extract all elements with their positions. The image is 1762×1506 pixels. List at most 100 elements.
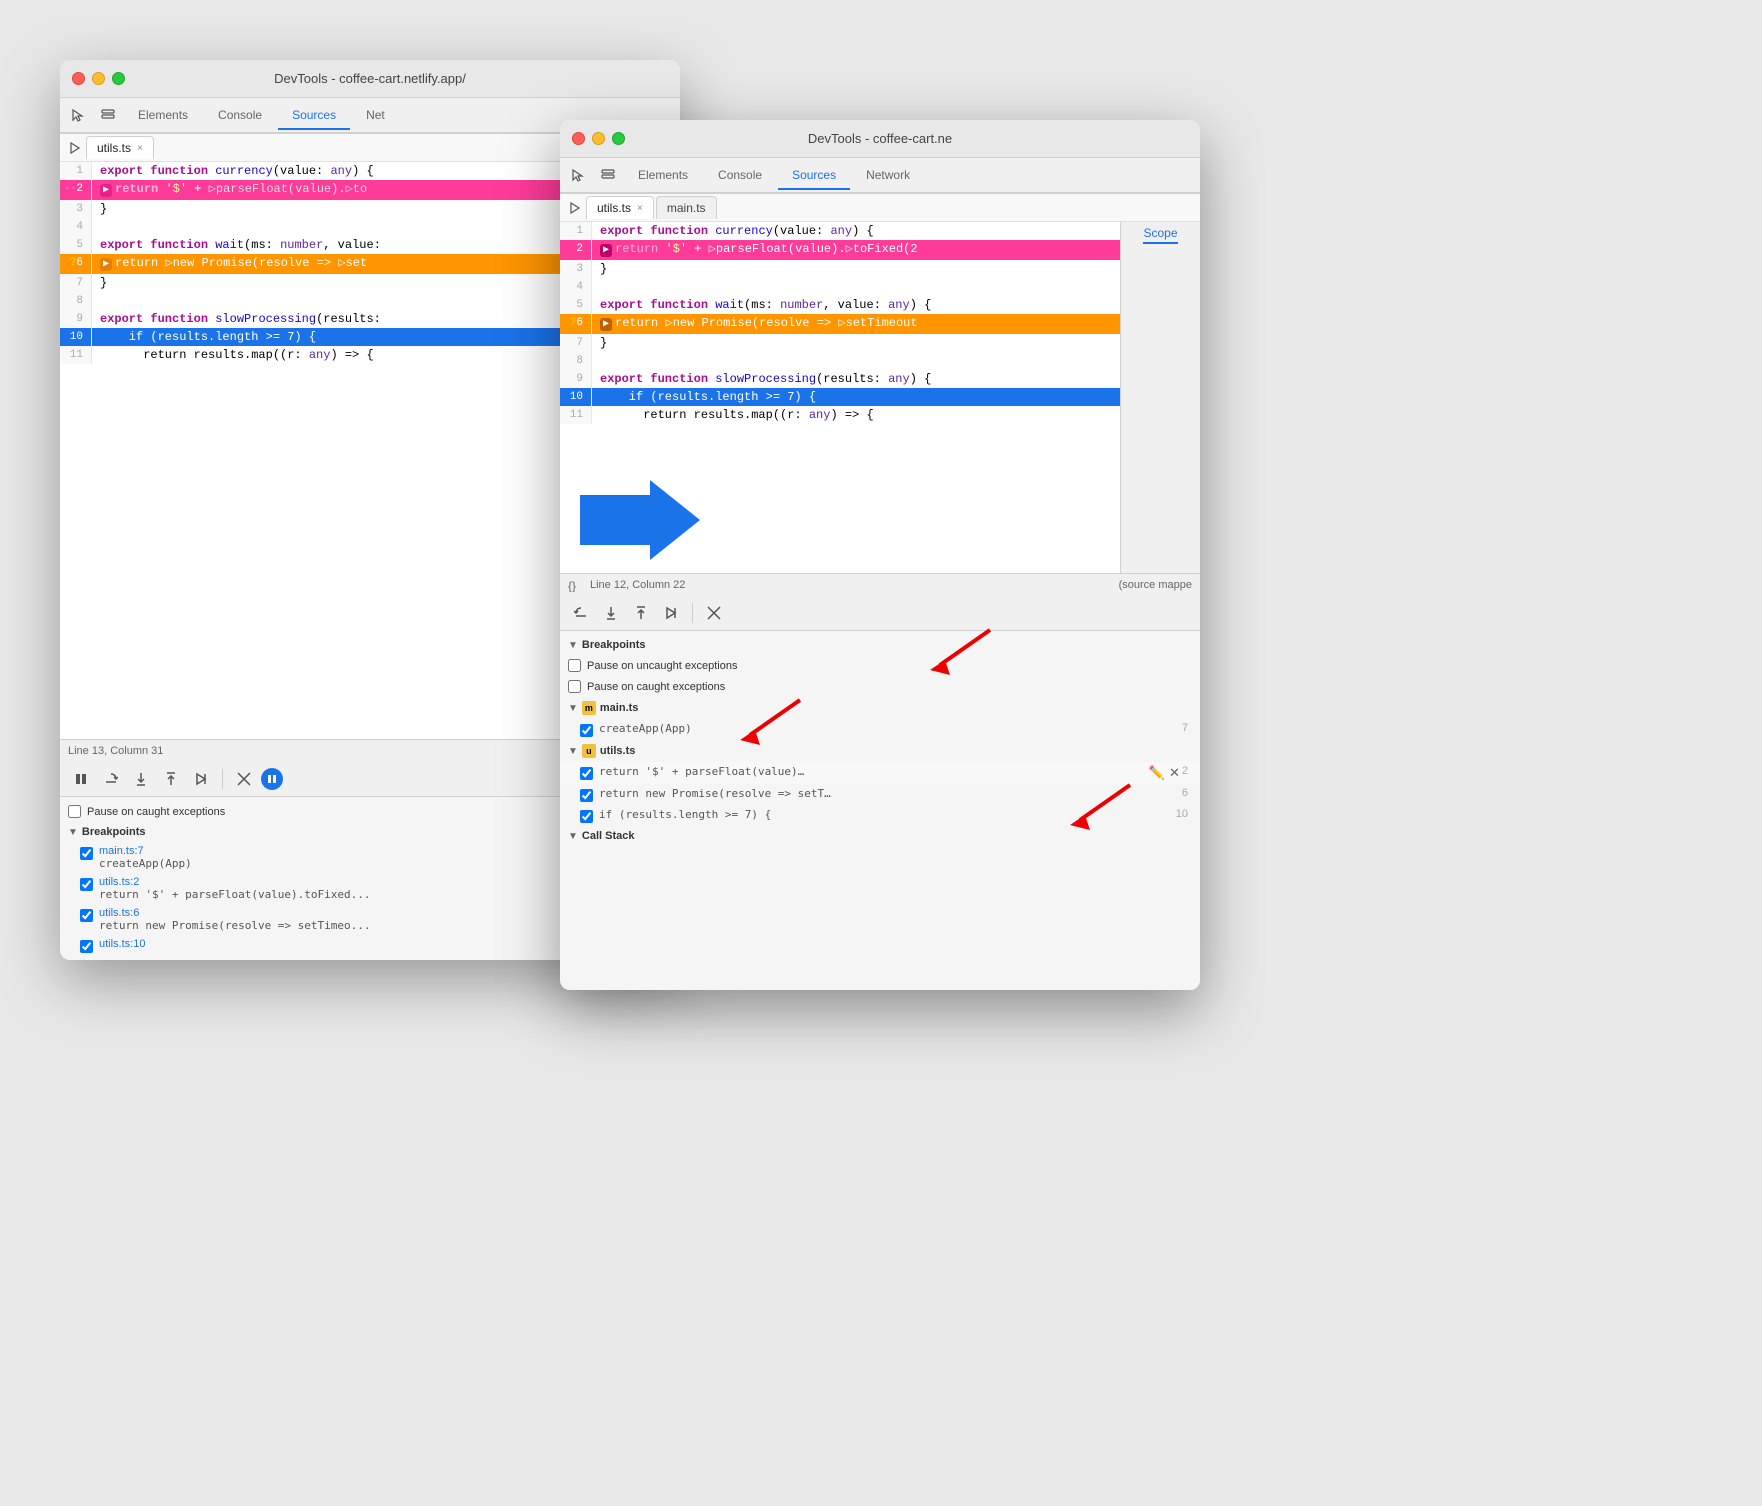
bp-main-7-code: createApp(App)	[99, 857, 192, 870]
breakpoints-header-2[interactable]: ▼ Breakpoints	[560, 635, 1200, 655]
code-line-2-7: 7 }	[560, 334, 1120, 352]
tab-sources-1[interactable]: Sources	[278, 102, 350, 130]
deactivate-btn-2[interactable]	[701, 600, 727, 626]
bp-utils-2-code: return '$' + parseFloat(value).toFixed..…	[99, 888, 371, 901]
window-title-2: DevTools - coffee-cart.ne	[808, 131, 952, 146]
code-line-2-1: 1 export function currency(value: any) {	[560, 222, 1120, 240]
layers-icon-2[interactable]	[594, 161, 622, 189]
bp-utils-6-checkbox-2[interactable]	[580, 789, 593, 802]
file-tab-utils-1[interactable]: utils.ts ×	[86, 136, 154, 159]
pause-async-btn[interactable]	[261, 768, 283, 790]
bp-utils-2-line: 2	[1182, 765, 1192, 777]
traffic-lights-2	[572, 132, 625, 145]
code-line-2-2: 2 ▶return '$' + ▷parseFloat(value).▷toFi…	[560, 240, 1120, 260]
scope-tab-label[interactable]: Scope	[1143, 226, 1177, 244]
step-over-btn-1[interactable]	[98, 766, 124, 792]
pause-caught-row-2: Pause on caught exceptions	[560, 676, 1200, 697]
right-arrow-icon	[580, 480, 700, 560]
bp-utils-10-checkbox[interactable]	[80, 940, 93, 953]
step-into-btn-2[interactable]	[598, 600, 624, 626]
tab-console-2[interactable]: Console	[704, 162, 776, 188]
bp-group-main: ▼ m main.ts	[560, 697, 1200, 719]
continue-btn-1[interactable]	[188, 766, 214, 792]
bp-group-main-label: main.ts	[600, 702, 639, 714]
debug-toolbar-2	[560, 595, 1200, 631]
tab-network-1[interactable]: Net	[352, 102, 399, 128]
pause-caught-checkbox[interactable]	[68, 805, 81, 818]
curly-braces-icon: {}	[568, 578, 582, 592]
code-line-2-5: 5 export function wait(ms: number, value…	[560, 296, 1120, 314]
breakpoints-title-2: Breakpoints	[582, 639, 646, 651]
bp-main-7-checkbox-2[interactable]	[580, 724, 593, 737]
bp-main-7-file[interactable]: main.ts:7	[99, 845, 192, 857]
step-out-btn-2[interactable]	[628, 600, 654, 626]
pause-uncaught-label: Pause on uncaught exceptions	[587, 660, 737, 672]
pause-uncaught-checkbox[interactable]	[568, 659, 581, 672]
maximize-button-2[interactable]	[612, 132, 625, 145]
pause-caught-checkbox-2[interactable]	[568, 680, 581, 693]
close-file-tab-icon-2[interactable]: ×	[637, 203, 643, 214]
bp-utils-6-checkbox[interactable]	[80, 909, 93, 922]
collapse-main-arrow[interactable]: ▼	[568, 703, 578, 714]
cursor-position-2: Line 12, Column 22	[590, 579, 685, 591]
minimize-button-1[interactable]	[92, 72, 105, 85]
code-line-2-3: 3 }	[560, 260, 1120, 278]
divider-1	[222, 769, 223, 789]
cursor-icon[interactable]	[64, 101, 92, 129]
file-tab-bar-2: utils.ts × main.ts	[560, 194, 1200, 222]
red-arrow-2-icon	[730, 690, 810, 750]
tab-sources-2[interactable]: Sources	[778, 162, 850, 190]
step-back-btn-2[interactable]	[568, 600, 594, 626]
close-file-tab-icon[interactable]: ×	[137, 143, 143, 154]
collapse-utils-arrow[interactable]: ▼	[568, 746, 578, 757]
cursor-icon-2[interactable]	[564, 161, 592, 189]
play-icon[interactable]	[64, 137, 86, 159]
bp-utils-10-line: 10	[1176, 808, 1192, 820]
bp-main-7-2: createApp(App) 7	[560, 719, 1200, 740]
call-stack-title: Call Stack	[582, 830, 635, 842]
file-tab-main[interactable]: main.ts	[656, 196, 717, 219]
tab-console-1[interactable]: Console	[204, 102, 276, 128]
cursor-position-1: Line 13, Column 31	[68, 745, 163, 757]
minimize-button-2[interactable]	[592, 132, 605, 145]
tab-network-2[interactable]: Network	[852, 162, 924, 188]
file-tab-utils-2[interactable]: utils.ts ×	[586, 196, 654, 219]
bp-main-7-checkbox[interactable]	[80, 847, 93, 860]
bp-group-utils: ▼ u utils.ts	[560, 740, 1200, 762]
titlebar-1: DevTools - coffee-cart.netlify.app/	[60, 60, 680, 98]
arrow-indicator	[580, 480, 700, 565]
bp-utils-6-code: return new Promise(resolve => setTimeo..…	[99, 919, 371, 932]
step-into-btn-1[interactable]	[128, 766, 154, 792]
bp-utils-10-checkbox-2[interactable]	[580, 810, 593, 823]
tab-elements-1[interactable]: Elements	[124, 102, 202, 128]
continue-btn-2[interactable]	[658, 600, 684, 626]
bp-utils-2-checkbox-2[interactable]	[580, 767, 593, 780]
code-line-2-8: 8	[560, 352, 1120, 370]
delete-breakpoint-icon[interactable]: ✕	[1169, 765, 1180, 781]
code-line-2-10: 10 if (results.length >= 7) {	[560, 388, 1120, 406]
code-line-2-4: 4	[560, 278, 1120, 296]
layers-icon[interactable]	[94, 101, 122, 129]
titlebar-2: DevTools - coffee-cart.ne	[560, 120, 1200, 158]
traffic-lights-1	[72, 72, 125, 85]
pause-btn[interactable]	[68, 766, 94, 792]
pause-uncaught-row: Pause on uncaught exceptions	[560, 655, 1200, 676]
divider-2	[692, 603, 693, 623]
bp-utils-2-checkbox[interactable]	[80, 878, 93, 891]
tab-elements-2[interactable]: Elements	[624, 162, 702, 188]
close-button-2[interactable]	[572, 132, 585, 145]
close-button-1[interactable]	[72, 72, 85, 85]
breakpoints-title-1: Breakpoints	[82, 826, 146, 838]
bp-group-utils-label: utils.ts	[600, 745, 635, 757]
code-line-2-6: ?6 ▶return ▷new Promise(resolve => ▷setT…	[560, 314, 1120, 334]
edit-breakpoint-icon[interactable]: ✏️	[1149, 765, 1165, 781]
step-out-btn-1[interactable]	[158, 766, 184, 792]
bp-utils-6-file[interactable]: utils.ts:6	[99, 907, 371, 919]
main-ts-icon: m	[582, 701, 596, 715]
maximize-button-1[interactable]	[112, 72, 125, 85]
play-icon-2[interactable]	[564, 197, 586, 219]
bp-utils-10-file[interactable]: utils.ts:10	[99, 938, 145, 950]
bp-utils-2-file[interactable]: utils.ts:2	[99, 876, 371, 888]
deactivate-btn-1[interactable]	[231, 766, 257, 792]
bp-main-7-code-2: createApp(App)	[599, 722, 1182, 735]
